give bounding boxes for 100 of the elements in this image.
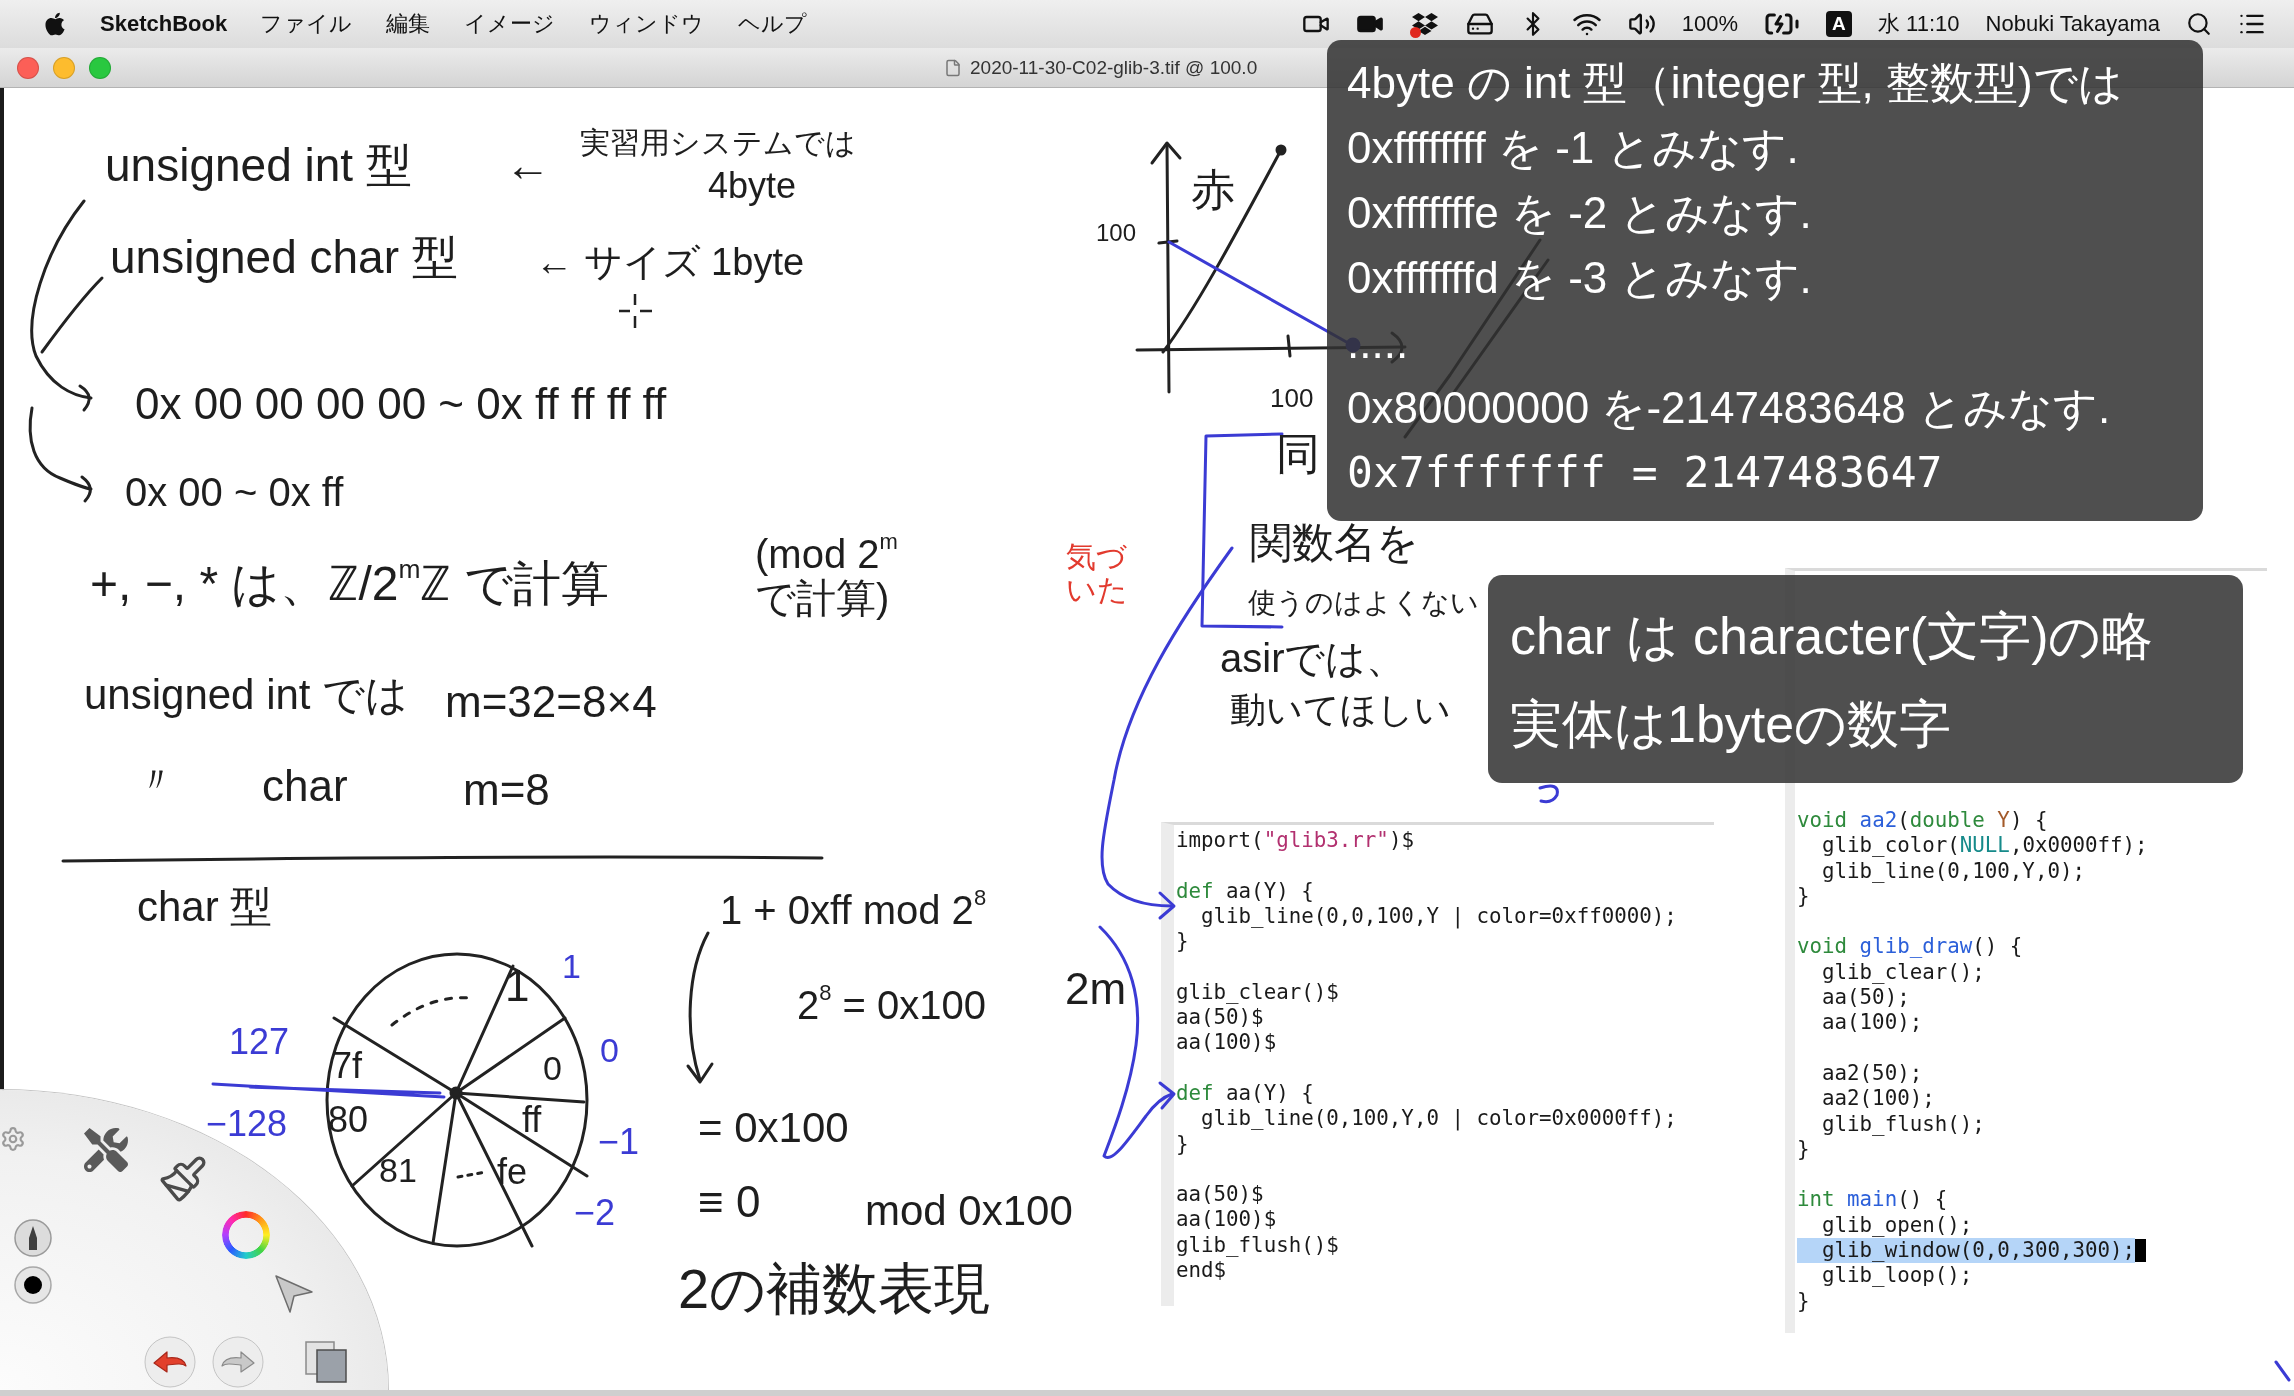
handwritten-text: 1 <box>505 962 530 1011</box>
code-line: glib_line(0,100,Y,0 | color=0x0000ff); <box>1200 1106 1677 1132</box>
menu-item[interactable]: ウィンドウ <box>589 9 705 39</box>
code-line: glib_loop(); <box>1821 1263 1973 1289</box>
pen-tip-icon[interactable] <box>14 1219 52 1257</box>
subtitle-text: 0x7fffffff = 2147483647 <box>1347 446 1944 499</box>
menu-item[interactable]: ヘルプ <box>738 9 808 39</box>
handwritten-text: 81 <box>379 1152 417 1190</box>
handwritten-text: 100 <box>1096 220 1137 247</box>
handwritten-text: 2m <box>1065 965 1127 1014</box>
close-icon[interactable] <box>17 56 39 79</box>
handwritten-text: m=8 <box>463 766 550 815</box>
undo-icon[interactable] <box>144 1336 196 1388</box>
handwritten-text: 2$^{8}$ = 0x100 <box>797 983 987 1027</box>
diamond-pattern-icon[interactable] <box>1409 10 1440 38</box>
code-line: aa2(50); <box>1821 1060 1923 1087</box>
subtitle-text: 4byte の int 型（integer 型, 整数型)では <box>1347 57 2124 109</box>
pen-mark <box>2274 1360 2291 1382</box>
paintbrush-icon[interactable] <box>158 1154 208 1204</box>
handwritten-text: 2の補数表現 <box>678 1258 991 1320</box>
handwritten-text: 関数名を <box>1250 520 1419 567</box>
code-line: glib_color(NULL,0x0000ff); <box>1821 833 2148 859</box>
handwritten-text: 動いてほしい <box>1230 690 1451 730</box>
handwritten-text: 0x 00 00 00 00 ~ 0x ff ff ff ff <box>135 380 667 429</box>
code-line: aa2(100); <box>1821 1086 1935 1112</box>
handwritten-text: +, −, * は、ℤ/2$^{m}$ℤ で計算 <box>90 558 609 611</box>
handwritten-text: mod 0x100 <box>865 1188 1073 1235</box>
code-line: aa(100); <box>1821 1010 1923 1036</box>
handwritten-text: fe <box>497 1152 528 1192</box>
code-line: } <box>1797 883 1810 910</box>
code-line: end$ <box>1176 1258 1227 1284</box>
handwritten-text: 同 <box>1276 430 1320 479</box>
subtitle-text: 0xfffffffe を -2 とみなす. <box>1347 187 1813 239</box>
code-line: import("glib3.rr")$ <box>1176 828 1414 854</box>
code-line: glib_line(0,0,100,Y | color=0xff0000); <box>1200 903 1677 930</box>
code-line: aa(50)$ <box>1176 1005 1264 1031</box>
subtitle-text: char は character(文字)の略 <box>1510 606 2155 667</box>
code-line: aa(50)$ <box>1176 1182 1264 1208</box>
document-icon <box>944 57 962 78</box>
handwritten-text: char 型 <box>137 884 273 931</box>
user-name[interactable]: Nobuki Takayama <box>1985 11 2160 37</box>
handwritten-text: 〃 <box>138 760 174 800</box>
code-line: glib_clear()$ <box>1176 979 1339 1006</box>
handwritten-text: 実習用システムでは <box>580 126 856 159</box>
code-line: glib_line(0,100,Y,0); <box>1821 858 2085 884</box>
menu-item[interactable]: ファイル <box>260 9 353 39</box>
code-line: void aa2(double Y) { <box>1797 808 2048 834</box>
handwritten-text: m=32=8×4 <box>445 678 657 727</box>
handwritten-text: char <box>262 762 348 811</box>
code-line: glib_flush()$ <box>1176 1232 1339 1259</box>
handwritten-text: 80 <box>328 1100 369 1140</box>
handwritten-text: 0 <box>543 1050 562 1088</box>
code-line: glib_flush(); <box>1821 1111 1985 1137</box>
menu-item[interactable]: イメージ <box>464 9 556 39</box>
pen-mark <box>1538 784 1559 804</box>
text-cursor-icon <box>2135 1239 2147 1263</box>
code-line: glib_open(); <box>1821 1212 1973 1239</box>
handwritten-text: asirでは、 <box>1220 636 1407 680</box>
code-line: aa(50); <box>1821 985 1910 1011</box>
tools-icon[interactable] <box>82 1126 130 1174</box>
handwritten-text: (mod 2$^{m}$ で計算) <box>755 532 899 620</box>
window-title: 2020-11-30-C02-glib-3.tif @ 100.0 <box>970 56 1258 79</box>
handwritten-text: −2 <box>574 1193 616 1233</box>
code-line: glib_clear(); <box>1821 959 1985 986</box>
code-line: int main() { <box>1797 1187 1948 1213</box>
handwritten-text: 1 + 0xff mod 2$^{8}$ <box>720 888 987 932</box>
code-line: } <box>1797 1136 1810 1163</box>
handwritten-text: 赤 <box>1191 166 1235 215</box>
handwritten-text: 127 <box>229 1022 290 1062</box>
code-line: void glib_draw() { <box>1797 934 2023 960</box>
handwritten-text: −128 <box>206 1104 288 1144</box>
code-line: } <box>1176 1131 1189 1157</box>
clock[interactable]: 水 11:10 <box>1878 9 1960 39</box>
handwritten-text: 使うのはよくない <box>1248 588 1479 619</box>
subtitle-text: 0x80000000 を-2147483648 とみなす. <box>1347 382 2112 434</box>
handwritten-text: ff <box>522 1100 542 1140</box>
layers-icon[interactable] <box>304 1340 348 1384</box>
handwritten-text: unsigned int 型 <box>105 140 412 191</box>
color-swatch-icon[interactable] <box>14 1266 52 1304</box>
color-wheel-icon[interactable] <box>222 1211 270 1259</box>
handwritten-text: unsigned char 型 <box>110 232 458 283</box>
search-icon[interactable] <box>2186 11 2212 37</box>
menu-item[interactable]: 編集 <box>386 9 431 39</box>
handwritten-text: unsigned int では <box>84 672 409 719</box>
subtitle-text: 実体は1byteの数字 <box>1510 694 1953 755</box>
handwritten-text: 4byte <box>708 166 797 206</box>
subtitle-text: 0xfffffffd を -3 とみなす. <box>1347 252 1813 304</box>
handwritten-text: 0x 00 ~ 0x ff <box>125 470 344 514</box>
code-line: aa(100)$ <box>1176 1030 1277 1056</box>
handwritten-text: −1 <box>598 1122 640 1162</box>
handwritten-text: ← <box>505 140 551 191</box>
handwritten-text: 7f <box>332 1046 363 1086</box>
code-line: } <box>1176 929 1189 955</box>
handwritten-text: 0 <box>600 1032 619 1070</box>
handwritten-text: ← サイズ 1byte <box>535 242 805 284</box>
app-menu[interactable]: SketchBook <box>100 11 228 37</box>
crosshair-cursor-icon <box>617 292 654 330</box>
pointer-arrow-icon[interactable] <box>272 1272 314 1314</box>
input-source-indicator[interactable]: A <box>1826 11 1852 37</box>
subtitle-text: ..... <box>1347 317 1410 369</box>
